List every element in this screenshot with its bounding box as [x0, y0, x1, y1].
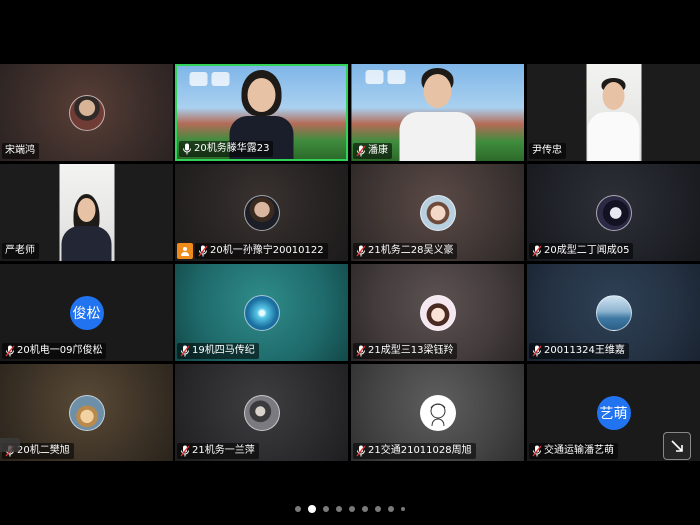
participant-name-label: 严老师	[2, 243, 39, 259]
participant-video	[586, 64, 641, 161]
page-dot[interactable]	[388, 506, 394, 512]
page-dot[interactable]	[401, 507, 405, 511]
participant-name: 21机务二28吴义豪	[368, 245, 454, 256]
participant-name-label: 20成型二丁闻成05	[529, 243, 634, 259]
page-dot[interactable]	[349, 506, 355, 512]
page-dot[interactable]	[336, 506, 342, 512]
participant-tile[interactable]: 21机务一兰萍	[175, 364, 348, 461]
participant-avatar	[595, 194, 632, 231]
microphone-muted-icon	[5, 345, 15, 357]
participant-name: 宋端鸿	[5, 145, 35, 156]
participant-video	[59, 164, 114, 261]
participant-name: 21机务一兰萍	[192, 445, 255, 456]
page-dot[interactable]	[362, 506, 368, 512]
participant-name: 20机一孙豫宁20010122	[210, 245, 324, 256]
school-logo-icon	[387, 70, 405, 84]
participant-name-label: 19机四马传纪	[177, 343, 259, 359]
participant-avatar	[68, 94, 105, 131]
exit-fullscreen-button[interactable]	[663, 432, 691, 460]
microphone-muted-icon	[356, 445, 366, 457]
participant-name-label: 潘康	[353, 143, 392, 159]
participant-name: 21交通21011028周旭	[368, 445, 472, 456]
participant-tile[interactable]: 21交通21011028周旭	[351, 364, 524, 461]
participant-name: 21成型三13梁钰羚	[368, 345, 454, 356]
participant-name: 20成型二丁闻成05	[544, 245, 630, 256]
participant-name: 交通运输潘艺萌	[544, 445, 614, 456]
participant-tile[interactable]: 19机四马传纪	[175, 264, 348, 361]
participant-avatar	[595, 294, 632, 331]
microphone-muted-icon	[532, 245, 542, 257]
participant-name: 潘康	[368, 145, 388, 156]
participant-name-label: 21成型三13梁钰羚	[353, 343, 458, 359]
participant-avatar-initials: 艺萌	[596, 395, 631, 430]
participant-name: 20机二樊旭	[17, 445, 70, 456]
participant-name: 20机务滕华露23	[194, 143, 270, 154]
microphone-muted-icon	[532, 445, 542, 457]
side-panel-handle[interactable]	[0, 438, 20, 452]
participant-tile[interactable]: 21机务二28吴义豪	[351, 164, 524, 261]
participant-avatar	[243, 194, 280, 231]
participant-avatar	[243, 294, 280, 331]
participant-avatar	[419, 394, 456, 431]
microphone-muted-icon	[356, 245, 366, 257]
participant-avatar	[68, 394, 105, 431]
participant-avatar-initials: 俊松	[69, 295, 104, 330]
page-dot[interactable]	[323, 506, 329, 512]
page-dot[interactable]	[375, 506, 381, 512]
participant-tile[interactable]: 20成型二丁闻成05	[527, 164, 700, 261]
school-logo-icon	[365, 70, 383, 84]
participant-name-label: 尹传忠	[529, 143, 566, 159]
participant-name-label: 20机一孙豫宁20010122	[195, 243, 328, 259]
participant-tile[interactable]: 20机一孙豫宁20010122	[175, 164, 348, 261]
participant-name: 严老师	[5, 245, 35, 256]
microphone-muted-icon	[198, 245, 208, 257]
participant-name-label: 交通运输潘艺萌	[529, 443, 618, 459]
raise-hand-icon	[177, 243, 193, 259]
cartoon-avatar-icon	[430, 403, 445, 426]
microphone-muted-icon	[180, 445, 190, 457]
page-dot[interactable]	[295, 506, 301, 512]
microphone-muted-icon	[356, 145, 366, 157]
microphone-muted-icon	[532, 345, 542, 357]
page-dot-active[interactable]	[308, 505, 316, 513]
participant-name: 20011324王维嘉	[544, 345, 625, 356]
participant-name-label: 20机务滕华露23	[179, 141, 274, 157]
participant-tile[interactable]: 潘康	[351, 64, 524, 161]
microphone-muted-icon	[356, 345, 366, 357]
participant-tile[interactable]: 20011324王维嘉	[527, 264, 700, 361]
participant-name-label: 21机务一兰萍	[177, 443, 259, 459]
participant-name: 20机电一09邝俊松	[17, 345, 103, 356]
participant-tile[interactable]: 21成型三13梁钰羚	[351, 264, 524, 361]
participant-tile[interactable]: 宋端鸿	[0, 64, 173, 161]
participant-name-label: 20011324王维嘉	[529, 343, 629, 359]
participant-tile[interactable]: 尹传忠	[527, 64, 700, 161]
participant-grid: 宋端鸿 20机务滕华露23 潘康 尹传忠 严老师 20机一孙豫宁20010122…	[0, 64, 700, 462]
participant-name-label: 宋端鸿	[2, 143, 39, 159]
participant-name: 19机四马传纪	[192, 345, 255, 356]
participant-tile-active-speaker[interactable]: 20机务滕华露23	[175, 64, 348, 161]
participant-tile[interactable]: 20机二樊旭	[0, 364, 173, 461]
participant-tile[interactable]: 严老师	[0, 164, 173, 261]
collapse-arrow-icon	[671, 440, 683, 452]
participant-avatar	[419, 294, 456, 331]
participant-name-label: 21交通21011028周旭	[353, 443, 476, 459]
microphone-muted-icon	[180, 345, 190, 357]
participant-name-label: 21机务二28吴义豪	[353, 243, 458, 259]
page-indicator[interactable]	[0, 504, 700, 514]
participant-name-label: 20机电一09邝俊松	[2, 343, 107, 359]
participant-name: 尹传忠	[532, 145, 562, 156]
participant-avatar	[243, 394, 280, 431]
participant-tile[interactable]: 俊松 20机电一09邝俊松	[0, 264, 173, 361]
participant-avatar	[419, 194, 456, 231]
microphone-icon	[183, 143, 191, 155]
school-logo-icon	[189, 72, 207, 86]
school-logo-icon	[211, 72, 229, 86]
